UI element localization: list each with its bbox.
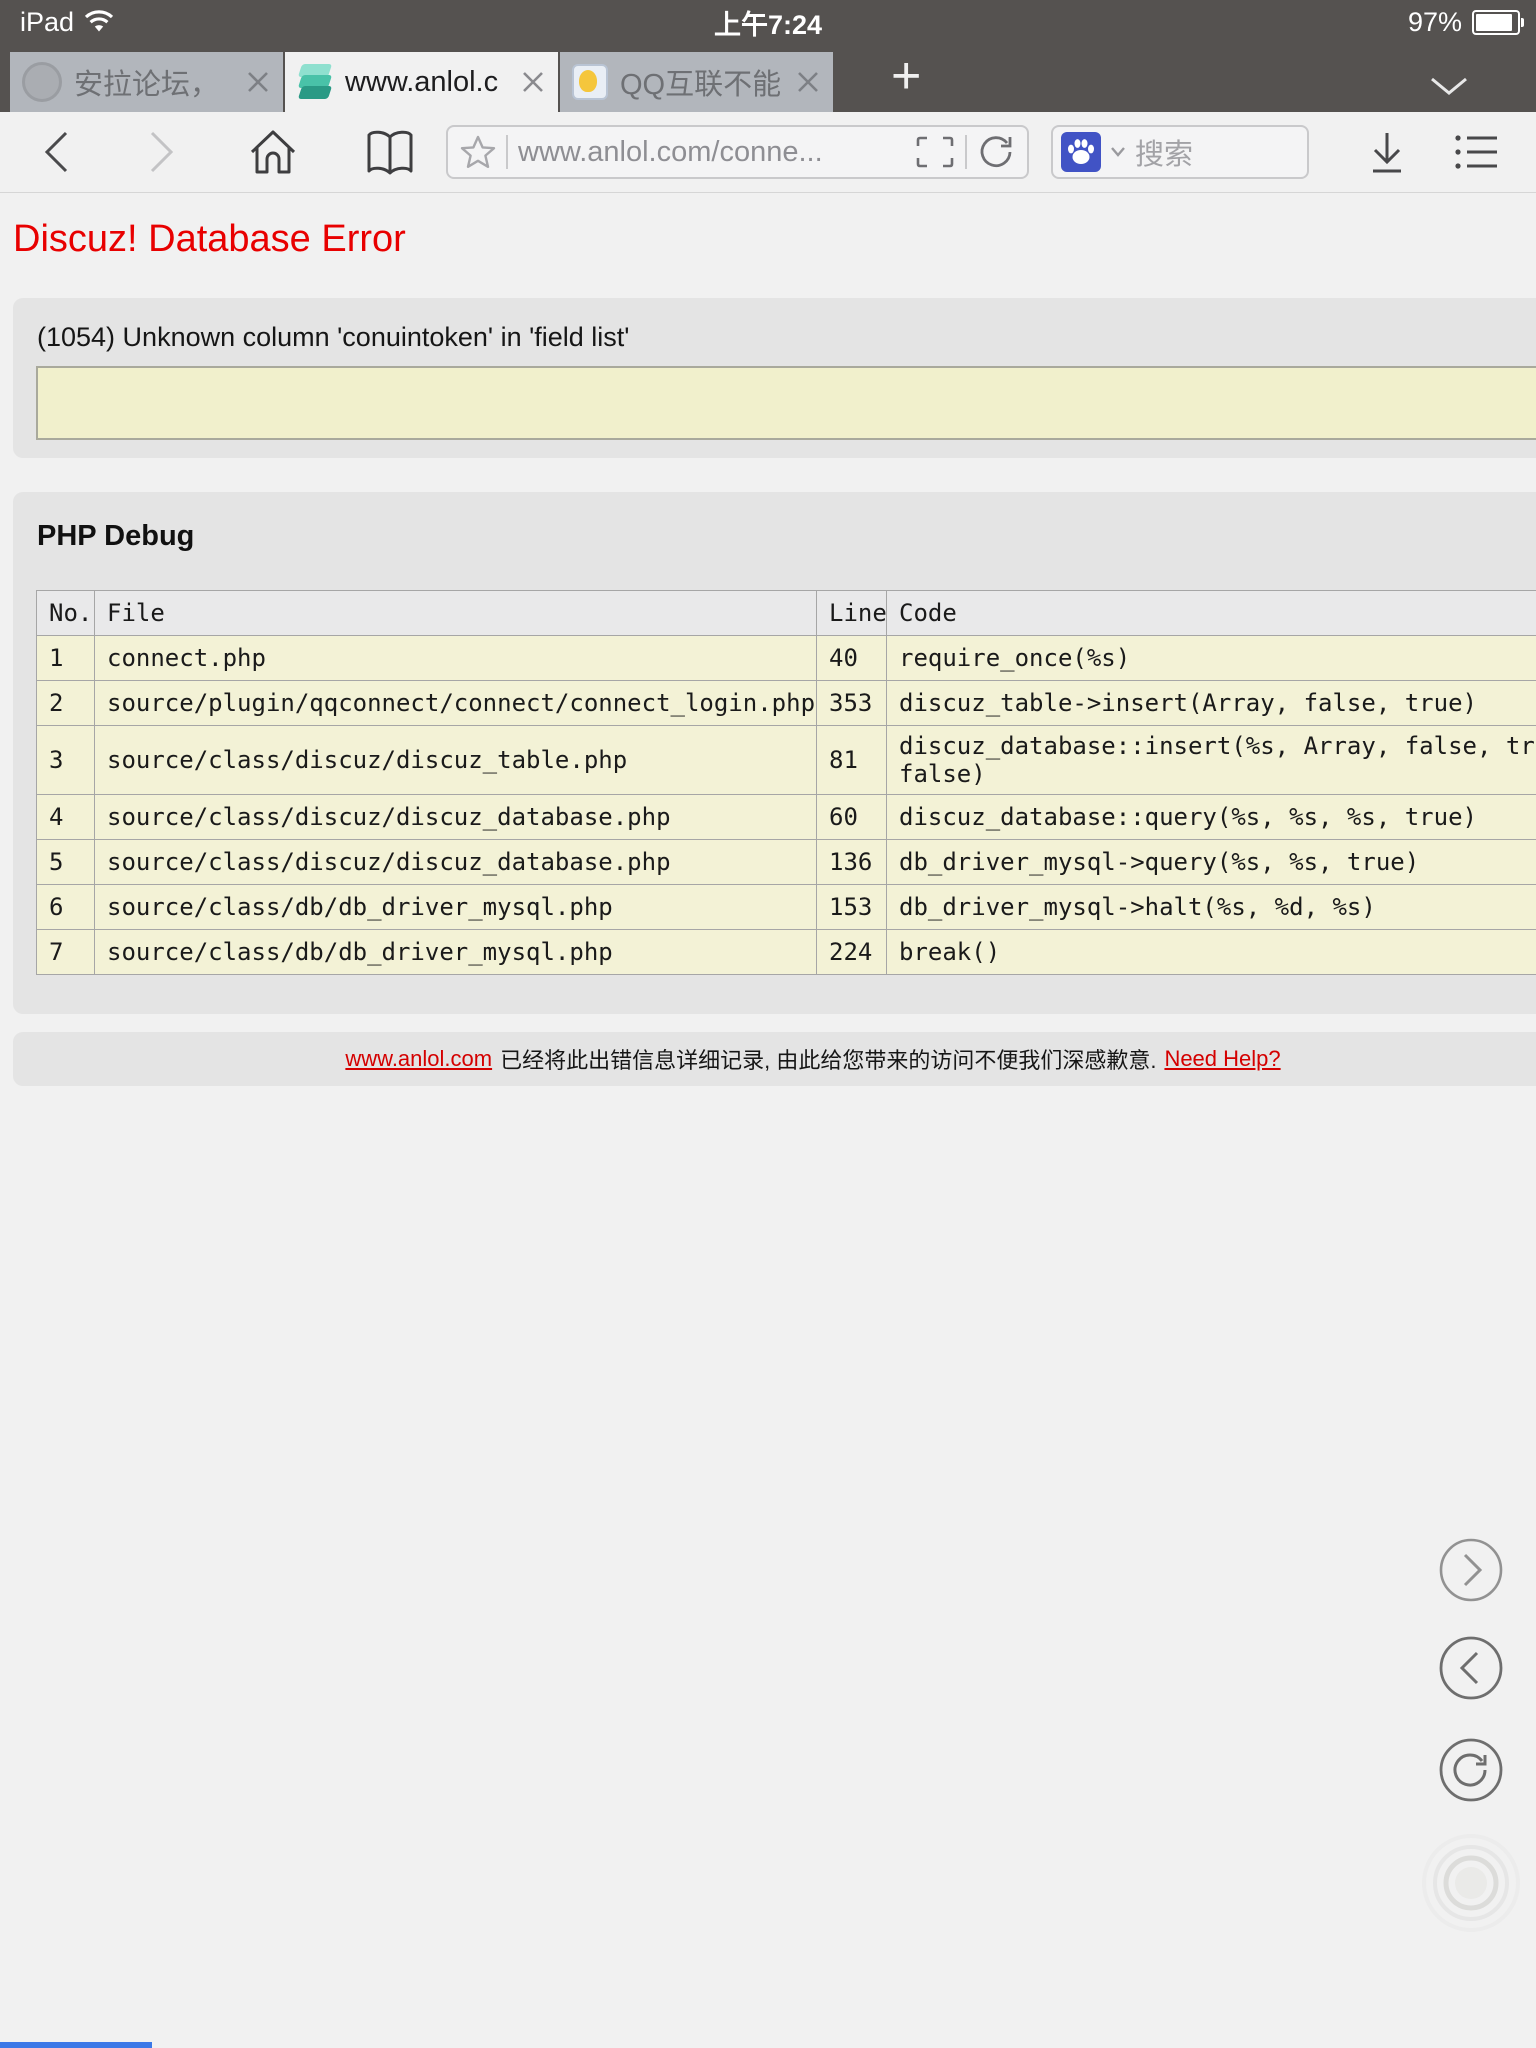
tab-bar: 安拉论坛， www.anlol.c QQ互联不能 + [0, 44, 1536, 112]
cell-no: 6 [36, 884, 95, 930]
need-help-link[interactable]: Need Help? [1164, 1046, 1280, 1072]
cell-file: source/class/discuz/discuz_database.php [94, 839, 817, 885]
floating-reload-button[interactable] [1438, 1737, 1504, 1803]
debug-table-body: 1 connect.php 40 require_once(%s) 2 source/pl… [36, 635, 1536, 975]
reader-view-icon[interactable] [915, 134, 955, 170]
battery-percent: 97% [1407, 6, 1462, 37]
tab-anla-forum[interactable]: 安拉论坛， [10, 52, 283, 112]
cell-line: 153 [816, 884, 887, 930]
baidu-search-icon[interactable] [1061, 132, 1101, 172]
selection-highlight-strip [0, 2042, 152, 2048]
php-debug-heading: PHP Debug [37, 520, 195, 552]
bookmarks-button[interactable] [364, 129, 416, 175]
cell-file: source/plugin/qqconnect/connect/connect_… [94, 680, 817, 726]
tab-anlol-active[interactable]: www.anlol.c [285, 52, 558, 112]
php-debug-box: PHP Debug No. File Line Code 1 connect.php 40… [13, 492, 1536, 1014]
floating-forward-button[interactable] [1438, 1537, 1504, 1603]
sql-query-box: REPLACE INTO common_connect_guest SET `c… [36, 366, 1536, 440]
table-row: 5 source/class/discuz/discuz_database.php… [36, 839, 1536, 885]
cell-code: db_driver_mysql->halt(%s, %d, %s) [886, 884, 1536, 930]
navigation-toolbar: www.anlol.com/conne... 搜索 [0, 112, 1536, 193]
cell-file: source/class/db/db_driver_mysql.php [94, 929, 817, 975]
cell-no: 7 [36, 929, 95, 975]
search-placeholder: 搜索 [1135, 139, 1194, 171]
cell-file: source/class/db/db_driver_mysql.php [94, 884, 817, 930]
page-title: Discuz! Database Error [13, 218, 406, 260]
debug-table: No. File Line Code 1 connect.php 40 require_on… [36, 590, 1536, 975]
tab-title: QQ互联不能 [620, 69, 782, 101]
status-bar: iPad 上午7:24 97% [0, 0, 1536, 44]
cell-line: 40 [816, 635, 887, 681]
cell-no: 5 [36, 839, 95, 885]
cell-line: 224 [816, 929, 887, 975]
address-bar[interactable]: www.anlol.com/conne... [446, 125, 1029, 179]
footer-notice-box: www.anlol.com 已经将此出错信息详细记录, 由此给您带来的访问不便我… [13, 1032, 1536, 1086]
table-row: 4 source/class/discuz/discuz_database.php… [36, 794, 1536, 840]
cell-line: 60 [816, 794, 887, 840]
reading-list-icon[interactable] [1453, 131, 1501, 173]
debug-table-header: No. File Line Code [36, 590, 1536, 636]
cell-code: break() [886, 929, 1536, 975]
tab-title: www.anlol.c [345, 65, 499, 98]
bookmark-star-icon[interactable] [460, 134, 496, 170]
table-row: 3 source/class/discuz/discuz_table.php 81 d… [36, 725, 1536, 795]
cell-line: 81 [816, 725, 887, 795]
cell-line: 136 [816, 839, 887, 885]
table-row: 1 connect.php 40 require_once(%s) [36, 635, 1536, 681]
reload-icon[interactable] [977, 133, 1015, 171]
cell-code: discuz_table->insert(Array, false, true) [886, 680, 1536, 726]
assistive-touch-button[interactable] [1421, 1833, 1521, 1933]
globe-favicon [22, 62, 62, 102]
url-text: www.anlol.com/conne... [518, 135, 823, 168]
search-engine-chevron-icon[interactable] [1109, 145, 1127, 159]
cell-file: connect.php [94, 635, 817, 681]
cell-line: 353 [816, 680, 887, 726]
chevron-down-icon[interactable] [1428, 74, 1470, 98]
browser-window: iPad 上午7:24 97% 安拉论坛， www.anlol.c QQ互联不能… [0, 0, 1536, 2048]
debug-column-header: Line [816, 590, 887, 636]
cell-code: discuz_database::insert(%s, Array, false… [886, 725, 1536, 795]
cell-code: discuz_database::query(%s, %s, %s, true) [886, 794, 1536, 840]
battery-icon [1472, 9, 1524, 35]
close-tab-icon[interactable] [795, 69, 821, 95]
search-field[interactable]: 搜索 [1051, 125, 1309, 179]
tab-title: 安拉论坛， [74, 69, 220, 101]
site-link[interactable]: www.anlol.com [345, 1046, 492, 1072]
debug-column-header: Code [886, 590, 1536, 636]
home-button[interactable] [248, 128, 298, 176]
cell-file: source/class/discuz/discuz_database.php [94, 794, 817, 840]
sql-line-1: REPLACE INTO common_connect_guest SET `c… [58, 434, 1536, 438]
new-tab-button[interactable]: + [891, 46, 921, 112]
tab-qq-connect[interactable]: QQ互联不能 [560, 52, 833, 112]
error-message: (1054) Unknown column 'conuintoken' in '… [37, 322, 630, 352]
footer-message: 已经将此出错信息详细记录, 由此给您带来的访问不便我们深感歉意. [500, 1048, 1157, 1073]
floating-back-button[interactable] [1438, 1635, 1504, 1701]
anlol-favicon [297, 64, 333, 100]
cell-code: db_driver_mysql->query(%s, %s, true) [886, 839, 1536, 885]
table-row: 6 source/class/db/db_driver_mysql.php 153 d… [36, 884, 1536, 930]
close-tab-icon[interactable] [245, 69, 271, 95]
download-icon[interactable] [1365, 129, 1409, 175]
cell-code: require_once(%s) [886, 635, 1536, 681]
table-row: 7 source/class/db/db_driver_mysql.php 224 b… [36, 929, 1536, 975]
debug-column-header: No. [36, 590, 95, 636]
table-row: 2 source/plugin/qqconnect/connect/connect… [36, 680, 1536, 726]
divider [506, 135, 508, 169]
forward-button[interactable] [148, 130, 176, 174]
cell-no: 2 [36, 680, 95, 726]
qq-favicon [572, 64, 608, 100]
cell-no: 3 [36, 725, 95, 795]
cell-no: 4 [36, 794, 95, 840]
cell-file: source/class/discuz/discuz_table.php [94, 725, 817, 795]
back-button[interactable] [42, 130, 70, 174]
cell-no: 1 [36, 635, 95, 681]
clock: 上午7:24 [713, 9, 823, 40]
debug-column-header: File [94, 590, 817, 636]
error-summary-box: (1054) Unknown column 'conuintoken' in '… [13, 298, 1536, 458]
close-tab-icon[interactable] [520, 69, 546, 95]
divider [965, 135, 967, 169]
